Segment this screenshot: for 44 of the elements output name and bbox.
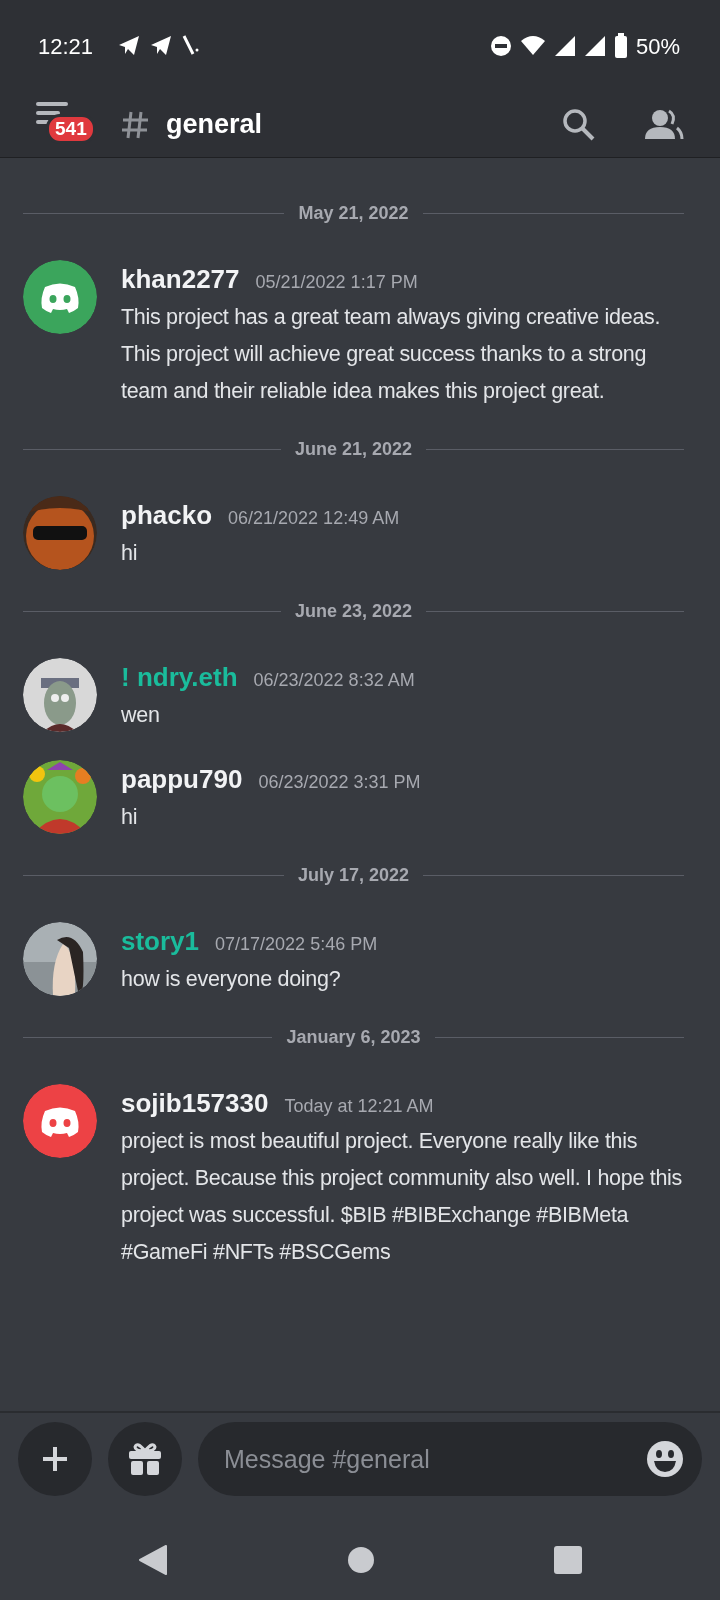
search-icon[interactable] [562, 107, 596, 142]
message-text: hi [121, 804, 139, 831]
message-text: hi [121, 540, 139, 567]
username[interactable]: khan2277 [121, 260, 240, 299]
hash-icon [120, 109, 150, 140]
avatar[interactable] [23, 1084, 97, 1158]
clock-time: 12:21 [38, 32, 94, 61]
gift-icon [127, 1441, 163, 1477]
timestamp: 06/21/2022 12:49 AM [228, 507, 400, 530]
back-icon[interactable] [137, 1544, 168, 1576]
battery-icon [613, 33, 628, 59]
date-divider: July 17, 2022 [296, 864, 411, 887]
username[interactable]: pappu790 [121, 760, 243, 799]
battery-percent: 50% [635, 32, 680, 61]
avatar[interactable] [23, 260, 97, 334]
timestamp: 05/21/2022 1:17 PM [255, 271, 418, 294]
username[interactable]: ! ndry.eth [121, 658, 238, 697]
message-text: how is everyone doing? [121, 966, 342, 993]
message-text: wen [121, 702, 161, 729]
signal-icon [583, 35, 606, 57]
home-icon[interactable] [347, 1546, 375, 1574]
emoji-icon[interactable] [646, 1440, 684, 1478]
date-divider: January 6, 2023 [285, 1026, 422, 1049]
message-field[interactable]: Message #general [198, 1422, 702, 1496]
do-not-disturb-icon [489, 35, 512, 57]
plus-icon [40, 1444, 70, 1474]
message-text: project is most beautiful project. Everyone really like this project. Because this project community also well. I hope this project was successful. $BIB #BIBExchange #BIBMeta #GameFi #NFTs #BSCGems [121, 1128, 683, 1266]
date-divider: June 23, 2022 [293, 600, 414, 623]
signal-icon [553, 35, 576, 57]
message-text: This project has a great team always giving creative ideas. This project will achieve great success thanks to a strong team and their reliable idea makes this project great. [121, 304, 662, 405]
date-divider: May 21, 2022 [297, 202, 410, 225]
timestamp: Today at 12:21 AM [284, 1095, 434, 1118]
unread-count-badge: 541 [46, 113, 96, 144]
username[interactable]: story1 [121, 922, 200, 961]
timestamp: 07/17/2022 5:46 PM [215, 933, 378, 956]
channel-title: general [166, 108, 263, 142]
timestamp: 06/23/2022 3:31 PM [258, 771, 421, 794]
timestamp: 06/23/2022 8:32 AM [253, 669, 415, 692]
wifi-icon [519, 35, 546, 57]
members-icon[interactable] [644, 108, 684, 141]
recents-icon[interactable] [554, 1546, 583, 1574]
username[interactable]: phacko [121, 496, 213, 535]
date-divider: June 21, 2022 [293, 438, 414, 461]
username[interactable]: sojib157330 [121, 1084, 269, 1123]
